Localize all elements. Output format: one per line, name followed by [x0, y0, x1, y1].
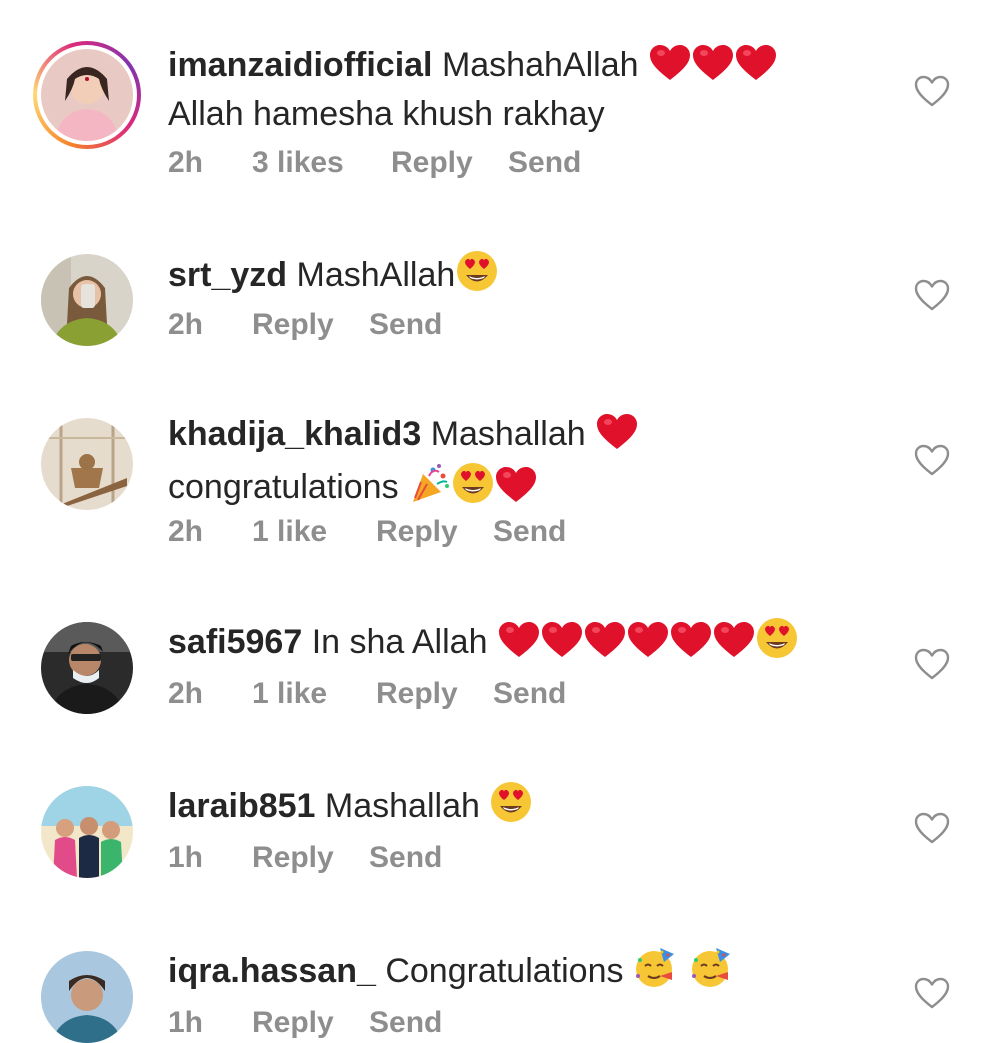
send-button[interactable]: Send — [493, 677, 566, 711]
comment-username[interactable]: safi5967 — [168, 623, 302, 661]
partying-face-emoji — [634, 946, 676, 999]
comment-time: 2h — [168, 146, 204, 179]
red-heart-emoji — [670, 621, 712, 670]
comment-text: khadija_khalid3 Mashallah congratulation… — [168, 413, 868, 515]
avatar-khadija_khalid3[interactable] — [41, 418, 133, 510]
avatar-image — [41, 254, 133, 346]
comment-body: MashahAllah — [441, 46, 639, 84]
comment-body-line2: congratulations — [168, 468, 399, 506]
heart-outline-icon[interactable] — [914, 444, 950, 476]
heart-eyes-emoji — [456, 250, 498, 303]
comment-text: iqra.hassan_ Congratulations — [168, 946, 868, 999]
likes-count[interactable]: 1 like — [252, 515, 327, 549]
comment-username[interactable]: iqra.hassan_ — [168, 952, 376, 990]
avatar-image — [41, 786, 133, 878]
reply-button[interactable]: Reply — [376, 677, 458, 711]
heart-eyes-emoji — [490, 781, 532, 834]
avatar-image — [41, 49, 133, 141]
heart-outline-icon[interactable] — [914, 648, 950, 680]
reply-button[interactable]: Reply — [391, 146, 473, 180]
avatar-image — [41, 622, 133, 714]
comment-text: srt_yzd MashAllah — [168, 250, 868, 303]
red-heart-emoji — [541, 621, 583, 670]
avatar-image — [41, 951, 133, 1043]
comment-body: Mashallah — [430, 415, 586, 453]
comment-body: In sha Allah — [311, 623, 488, 661]
heart-outline-icon[interactable] — [914, 279, 950, 311]
comment-username[interactable]: srt_yzd — [168, 256, 287, 294]
likes-count[interactable]: 1 like — [252, 677, 327, 711]
reply-button[interactable]: Reply — [252, 308, 334, 342]
comment-body-line2: Allah hamesha khush rakhay — [168, 95, 605, 133]
red-heart-emoji — [596, 413, 638, 462]
reply-button[interactable]: Reply — [376, 515, 458, 549]
avatar-safi5967[interactable] — [41, 622, 133, 714]
comment-text: laraib851 Mashallah — [168, 781, 868, 834]
avatar-image — [41, 418, 133, 510]
red-heart-emoji — [584, 621, 626, 670]
send-button[interactable]: Send — [508, 146, 581, 180]
avatar-laraib851[interactable] — [41, 786, 133, 878]
heart-outline-icon[interactable] — [914, 812, 950, 844]
avatar-iqra.hassan_[interactable] — [41, 951, 133, 1043]
comment-username[interactable]: laraib851 — [168, 787, 315, 825]
likes-count[interactable]: 3 likes — [252, 146, 344, 180]
send-button[interactable]: Send — [369, 308, 442, 342]
comment-time: 2h — [168, 677, 204, 710]
comment-body: Congratulations — [385, 952, 624, 990]
comment-time: 2h — [168, 515, 204, 548]
red-heart-emoji — [713, 621, 755, 670]
comment-text: safi5967 In sha Allah — [168, 617, 868, 670]
party-popper-emoji — [409, 462, 451, 515]
reply-button[interactable]: Reply — [252, 841, 334, 875]
send-button[interactable]: Send — [369, 841, 442, 875]
comment-body: Mashallah — [324, 787, 480, 825]
comment-username[interactable]: khadija_khalid3 — [168, 415, 421, 453]
avatar-srt_yzd[interactable] — [41, 254, 133, 346]
comment-time: 1h — [168, 1006, 204, 1039]
red-heart-emoji — [498, 621, 540, 670]
heart-outline-icon[interactable] — [914, 75, 950, 107]
partying-face-emoji — [690, 946, 732, 999]
red-heart-emoji — [735, 44, 777, 93]
comment-body: MashAllah — [296, 256, 456, 294]
red-heart-emoji — [495, 466, 537, 515]
heart-eyes-emoji — [756, 617, 798, 670]
heart-outline-icon[interactable] — [914, 977, 950, 1009]
comment-time: 1h — [168, 841, 204, 874]
avatar-imanzaidiofficial[interactable] — [33, 41, 141, 149]
red-heart-emoji — [692, 44, 734, 93]
send-button[interactable]: Send — [369, 1006, 442, 1040]
reply-button[interactable]: Reply — [252, 1006, 334, 1040]
comment-text: imanzaidiofficial MashahAllah Allah hame… — [168, 44, 868, 136]
comment-time: 2h — [168, 308, 204, 341]
comment-username[interactable]: imanzaidiofficial — [168, 46, 433, 84]
heart-eyes-emoji — [452, 462, 494, 515]
send-button[interactable]: Send — [493, 515, 566, 549]
red-heart-emoji — [649, 44, 691, 93]
red-heart-emoji — [627, 621, 669, 670]
